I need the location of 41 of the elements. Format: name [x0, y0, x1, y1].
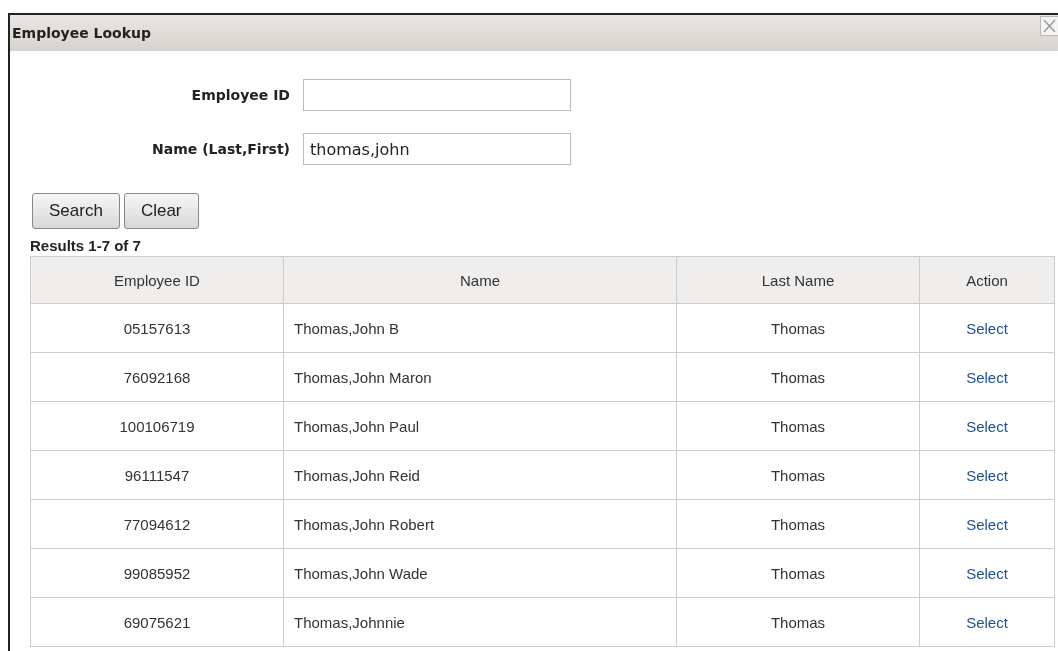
column-header: Last Name: [676, 256, 920, 304]
table-cell: Thomas,Johnnie: [283, 597, 677, 647]
clear-button[interactable]: Clear: [123, 193, 199, 229]
table-cell: Thomas,John Maron: [283, 352, 677, 402]
table-cell: Thomas: [676, 597, 920, 647]
select-link[interactable]: Select: [966, 368, 1008, 386]
table-cell: Thomas: [676, 499, 920, 549]
window-title: Employee Lookup: [11, 25, 152, 41]
table-cell: Thomas,John Robert: [283, 499, 677, 549]
table-cell: Thomas,John Reid: [283, 450, 677, 500]
input-field[interactable]: thomas,john: [303, 133, 571, 165]
column-header: Action: [919, 256, 1055, 304]
table-cell: 100106719: [30, 401, 284, 451]
table-cell: 99085952: [30, 548, 284, 598]
table-cell: 05157613: [30, 303, 284, 353]
select-link[interactable]: Select: [966, 564, 1008, 582]
search-button[interactable]: Search: [32, 193, 120, 229]
select-link[interactable]: Select: [966, 319, 1008, 337]
field-label: Name (Last,First): [151, 141, 291, 157]
table-cell: Thomas: [676, 303, 920, 353]
select-link[interactable]: Select: [966, 466, 1008, 484]
select-link[interactable]: Select: [966, 417, 1008, 435]
table-cell: Thomas: [676, 352, 920, 402]
table-cell: Thomas: [676, 450, 920, 500]
table-cell: Thomas: [676, 548, 920, 598]
table-cell: 69075621: [30, 597, 284, 647]
select-link[interactable]: Select: [966, 613, 1008, 631]
table-cell: 96111547: [30, 450, 284, 500]
table-cell: Thomas,John B: [283, 303, 677, 353]
table-cell: 77094612: [30, 499, 284, 549]
table-cell: Thomas,John Paul: [283, 401, 677, 451]
table-cell: 76092168: [30, 352, 284, 402]
table-cell: Thomas: [676, 401, 920, 451]
table-cell: Thomas,John Wade: [283, 548, 677, 598]
field-label: Employee ID: [190, 87, 291, 103]
column-header: Name: [283, 256, 677, 304]
select-link[interactable]: Select: [966, 515, 1008, 533]
input-field[interactable]: [303, 79, 571, 111]
close-icon[interactable]: [1040, 16, 1058, 36]
results-count: Results 1-7 of 7: [29, 237, 142, 254]
column-header: Employee ID: [30, 256, 284, 304]
